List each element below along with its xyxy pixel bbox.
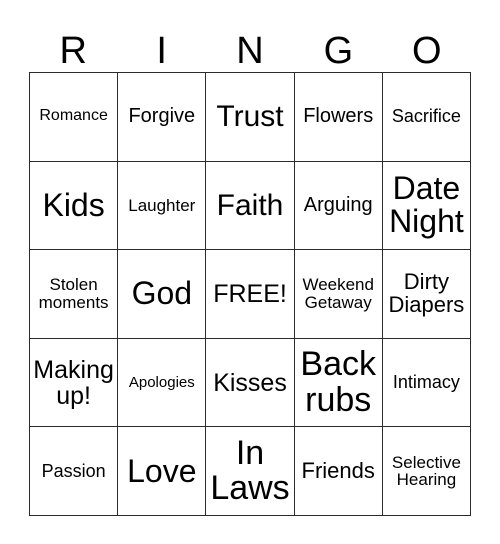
bingo-cell[interactable]: Forgive (118, 73, 207, 162)
bingo-cell[interactable]: Kisses (206, 338, 295, 428)
bingo-cell-label: Apologies (128, 373, 195, 391)
bingo-cell[interactable]: Back rubs (294, 338, 383, 428)
bingo-header: R I N G O (29, 17, 471, 72)
bingo-row: Stolen moments God FREE! Weekend Getaway… (30, 250, 472, 339)
bingo-cell[interactable]: Faith (206, 161, 295, 251)
bingo-cell[interactable]: Kids (30, 161, 119, 251)
header-letter-o: O (412, 30, 442, 72)
bingo-cell-label: Faith (216, 188, 284, 222)
bingo-cell-label: Arguing (303, 193, 373, 216)
header-letter-r: R (59, 30, 87, 72)
header-letter-g: G (323, 30, 354, 72)
bingo-cell[interactable]: Friends (294, 427, 383, 516)
bingo-cell[interactable]: Romance (30, 73, 119, 162)
bingo-cell[interactable]: Weekend Getaway (294, 250, 383, 339)
bingo-cell[interactable]: Arguing (294, 161, 383, 251)
bingo-cell-label: Weekend Getaway (302, 275, 374, 312)
bingo-cell-free[interactable]: FREE! (206, 250, 295, 339)
bingo-cell-label: Back rubs (300, 345, 376, 419)
bingo-cell[interactable]: Laughter (118, 161, 207, 251)
bingo-cell[interactable]: Date Night (382, 161, 472, 251)
header-letter-n: N (236, 30, 264, 72)
bingo-cell[interactable]: In Laws (206, 427, 295, 516)
bingo-cell-label: Stolen moments (38, 275, 109, 312)
bingo-cell[interactable]: Apologies (118, 338, 207, 428)
bingo-cell[interactable]: God (118, 250, 207, 339)
bingo-cell[interactable]: Intimacy (382, 338, 472, 428)
bingo-cell-label: In Laws (210, 433, 290, 508)
bingo-cell[interactable]: Making up! (30, 338, 119, 428)
bingo-cell[interactable]: Selective Hearing (382, 427, 472, 516)
header-letter-i: I (156, 30, 167, 72)
bingo-cell-label: Laughter (128, 195, 196, 215)
bingo-cell-label: Passion (41, 460, 106, 481)
bingo-cell-label: Intimacy (392, 372, 460, 393)
bingo-row: Romance Forgive Trust Flowers Sacrifice (30, 73, 472, 162)
bingo-cell-label: Selective Hearing (391, 452, 461, 490)
bingo-cell-label: Dirty Diapers (388, 269, 465, 317)
bingo-grid: Romance Forgive Trust Flowers Sacrifice … (29, 72, 472, 516)
bingo-cell-label: Love (127, 452, 197, 489)
bingo-cell-label: Date Night (389, 170, 464, 240)
bingo-row: Making up! Apologies Kisses Back rubs In… (30, 338, 472, 428)
bingo-cell-label: Flowers (303, 105, 374, 128)
bingo-row: Kids Laughter Faith Arguing Date Night (30, 161, 472, 251)
bingo-cell[interactable]: Stolen moments (30, 250, 119, 339)
bingo-cell-label: Friends (301, 457, 375, 483)
bingo-cell[interactable]: Trust (206, 73, 295, 162)
bingo-cell-label: Forgive (128, 105, 196, 128)
bingo-cell[interactable]: Passion (30, 427, 119, 516)
bingo-cell[interactable]: Flowers (294, 73, 383, 162)
bingo-cell-label: Sacrifice (391, 106, 461, 127)
bingo-cell[interactable]: Sacrifice (382, 73, 472, 162)
bingo-cell-label: Kisses (213, 368, 287, 397)
bingo-cell-label: Kids (42, 186, 105, 223)
bingo-cell-label: Romance (39, 107, 108, 125)
bingo-card: R I N G O Romance Forgive Trust Flowers … (29, 17, 472, 516)
bingo-cell-label: Trust (216, 100, 284, 134)
bingo-cell-label: FREE! (213, 279, 287, 308)
bingo-cell-label: Making up! (33, 355, 114, 410)
bingo-row: Passion Love In Laws Friends Selective H… (30, 427, 472, 516)
bingo-cell[interactable]: Dirty Diapers (382, 250, 472, 339)
bingo-cell-label: God (131, 275, 193, 312)
bingo-cell[interactable]: Love (118, 427, 207, 516)
